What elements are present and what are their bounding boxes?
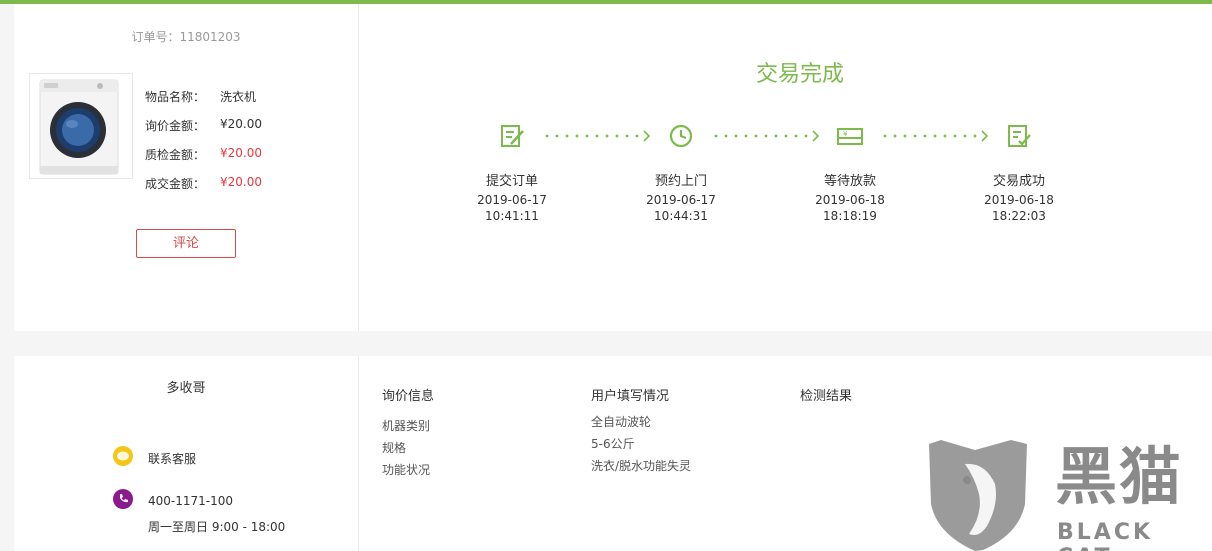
watermark-en-text: BLACK CAT: [1057, 520, 1154, 551]
shop-name: 多收哥: [166, 381, 206, 396]
progress-dots-arrow: [545, 130, 651, 142]
phone-icon: [113, 489, 133, 509]
inquiry-info-title: 询价信息: [382, 389, 435, 404]
card-divider: [358, 356, 359, 551]
step-date: 2019-06-18: [815, 193, 885, 207]
svg-text:¥: ¥: [843, 130, 848, 138]
transaction-status-title: 交易完成: [755, 62, 844, 87]
review-button[interactable]: 评论: [136, 229, 236, 258]
step-timestamp: 2019-06-18 18:22:03: [959, 192, 1079, 224]
phone-number: 400-1171-100: [148, 494, 234, 508]
inquiry-item: 机器类别: [382, 419, 431, 433]
phone-handset-icon: [120, 494, 128, 503]
washing-machine-icon: [39, 79, 119, 175]
step-date: 2019-06-17: [477, 193, 547, 207]
chat-bubble-icon: [117, 451, 129, 461]
deal-price-label: 成交金额：: [145, 177, 206, 191]
progress-dots-arrow: [714, 130, 820, 142]
step-label: 等待放款: [823, 174, 876, 189]
deal-price-value: ¥20.00: [220, 175, 262, 189]
black-cat-watermark: 黑猫 BLACK CAT: [925, 434, 1212, 551]
item-name-row: 物品名称： 洗衣机: [145, 88, 256, 105]
customer-service-link[interactable]: 联系客服: [148, 450, 196, 467]
form-edit-icon: [501, 125, 524, 147]
watermark-cn-text: 黑猫: [1055, 440, 1184, 513]
item-name-label: 物品名称：: [145, 90, 206, 104]
step-time: 10:41:11: [485, 209, 539, 223]
inquiry-price-row: 询价金额： ¥20.00: [145, 117, 262, 134]
inquiry-price-label: 询价金额：: [145, 119, 206, 133]
inspection-price-row: 质检金额： ¥20.00: [145, 146, 262, 163]
step-date: 2019-06-17: [646, 193, 716, 207]
step-time: 18:22:03: [992, 209, 1046, 223]
service-hours: 周一至周日 9:00 - 18:00: [148, 520, 286, 534]
order-status-card: 订单号：11801203 物品名称： 洗衣机 询价金额： ¥20.00 质检金额…: [14, 4, 1212, 331]
step-date: 2019-06-18: [984, 193, 1054, 207]
step-label: 提交订单: [485, 174, 538, 189]
inspection-price-label: 质检金额：: [145, 148, 206, 162]
step-label: 交易成功: [992, 174, 1045, 189]
user-input-title: 用户填写情况: [591, 389, 670, 404]
clock-icon: [669, 124, 693, 148]
order-number: 订单号：11801203: [131, 30, 241, 44]
step-time: 18:18:19: [823, 209, 877, 223]
step-time: 10:44:31: [654, 209, 708, 223]
product-image: [29, 73, 133, 179]
customer-service-icon[interactable]: [113, 446, 133, 466]
user-input-item: 5-6公斤: [591, 437, 635, 451]
step-timestamp: 2019-06-18 18:18:19: [790, 192, 910, 224]
progress-dots-arrow: [883, 130, 989, 142]
deal-price-row: 成交金额： ¥20.00: [145, 175, 262, 192]
user-input-item: 全自动波轮: [591, 415, 652, 429]
inquiry-item: 功能状况: [382, 463, 431, 477]
inspection-result-title: 检测结果: [800, 389, 853, 404]
step-label: 预约上门: [654, 174, 707, 189]
user-input-item: 洗衣/脱水功能失灵: [591, 459, 692, 473]
inspection-price-value: ¥20.00: [220, 146, 262, 160]
inquiry-price-value: ¥20.00: [220, 117, 262, 131]
form-check-icon: [1008, 125, 1031, 147]
card-wavy-edge: [14, 326, 1212, 334]
inquiry-item: 规格: [382, 441, 407, 455]
card-divider: [358, 4, 359, 331]
step-timestamp: 2019-06-17 10:44:31: [621, 192, 741, 224]
item-name-value: 洗衣机: [220, 90, 257, 104]
step-timestamp: 2019-06-17 10:41:11: [452, 192, 572, 224]
payment-card-icon: ¥: [837, 128, 863, 145]
